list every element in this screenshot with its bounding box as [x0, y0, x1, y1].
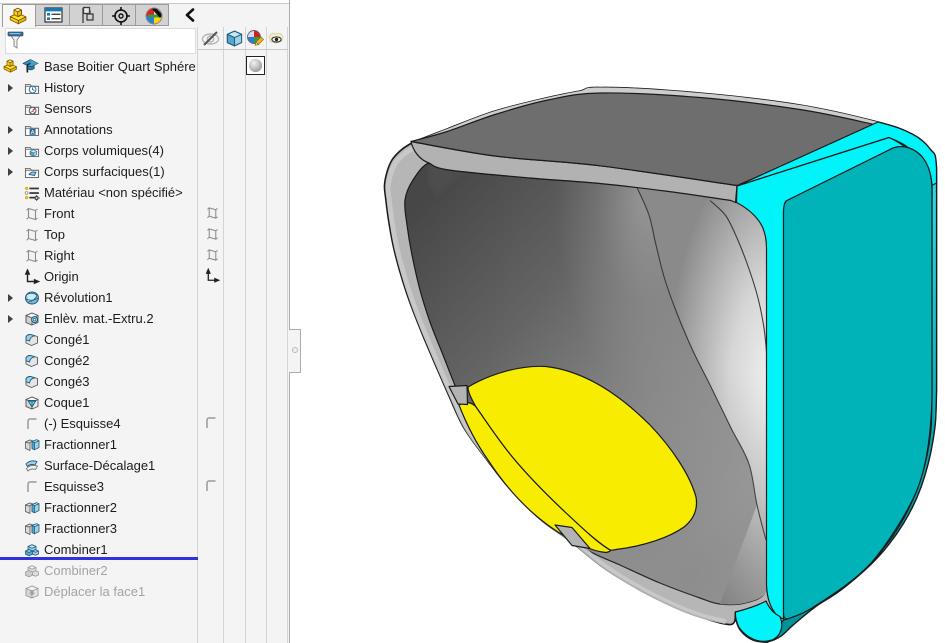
svg-text:A: A [31, 129, 35, 135]
